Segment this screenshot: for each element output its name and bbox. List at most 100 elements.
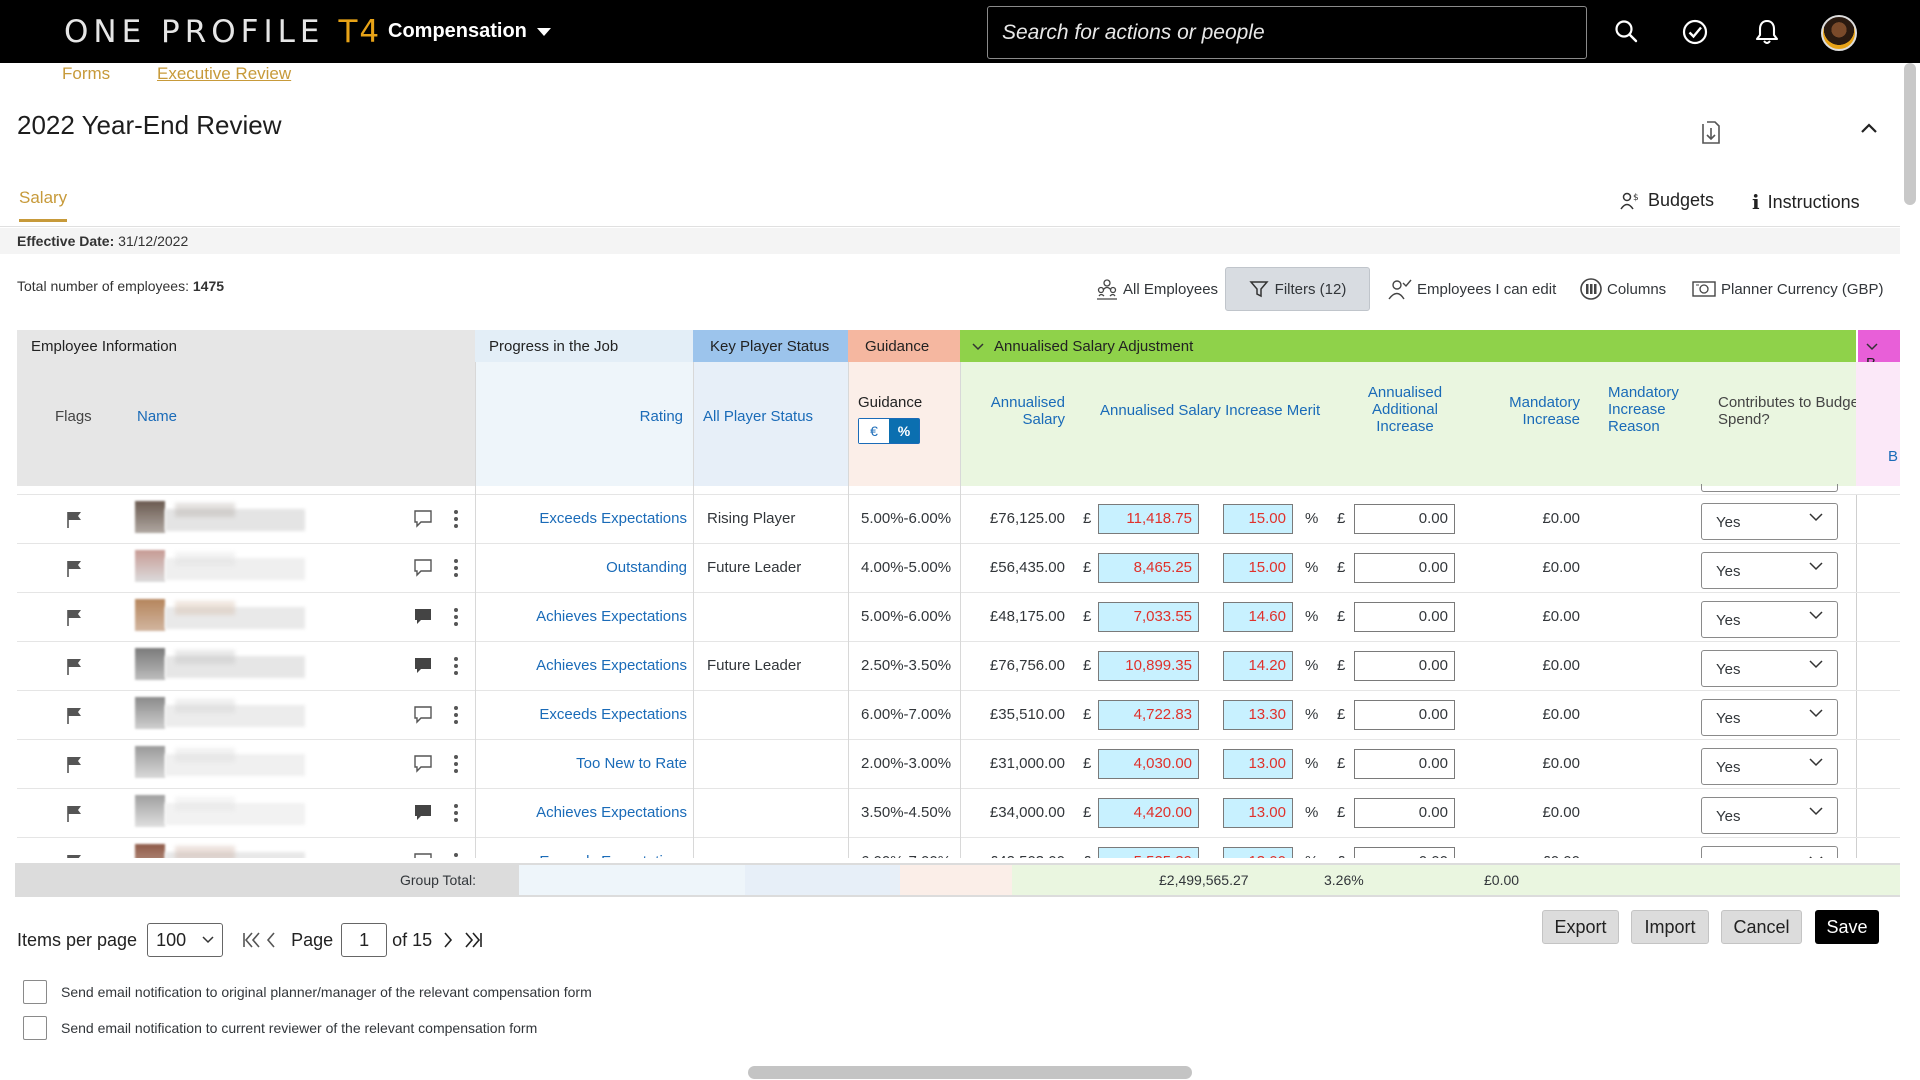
additional-increase-input[interactable]: 0.00 <box>1354 847 1455 858</box>
merit-amount-input[interactable]: 10,899.35 <box>1098 651 1199 681</box>
rating-link[interactable]: Achieves Expectations <box>536 804 687 821</box>
search-icon[interactable] <box>1613 18 1641 46</box>
rating-link[interactable]: Exceeds Expectations <box>539 853 687 858</box>
employee-name-redacted[interactable] <box>135 697 365 729</box>
rating-link[interactable]: Achieves Expectations <box>536 608 687 625</box>
toolbar-columns[interactable]: Columns <box>1580 267 1666 311</box>
employee-name-redacted[interactable] <box>135 599 365 631</box>
comment-icon[interactable] <box>413 852 433 858</box>
col-increase-merit[interactable]: Annualised Salary Increase Merit <box>1100 402 1320 419</box>
merit-amount-input[interactable]: 8,465.25 <box>1098 553 1199 583</box>
guidance-percent-option[interactable]: % <box>889 419 919 443</box>
notify-current-checkbox[interactable] <box>23 1016 47 1040</box>
cancel-button[interactable]: Cancel <box>1721 910 1802 944</box>
global-search[interactable] <box>987 6 1587 59</box>
comment-icon[interactable] <box>413 754 433 774</box>
vertical-scrollbar[interactable] <box>1900 63 1920 1080</box>
employee-name-redacted[interactable] <box>135 501 365 533</box>
col-annualised-salary[interactable]: Annualised Salary <box>980 394 1065 428</box>
contributes-budget-select[interactable]: Yes <box>1701 503 1838 540</box>
merit-percent-input[interactable]: 13.00 <box>1223 847 1293 858</box>
col-next[interactable]: B <box>1888 448 1898 465</box>
merit-amount-input[interactable]: 5,525.39 <box>1098 847 1199 858</box>
comment-icon[interactable] <box>413 509 433 529</box>
employee-name-redacted[interactable] <box>135 746 365 778</box>
rating-link[interactable]: Too New to Rate <box>576 755 687 772</box>
save-button[interactable]: Save <box>1815 910 1879 944</box>
more-options-icon[interactable] <box>453 509 459 529</box>
flag-icon[interactable] <box>65 803 83 823</box>
col-player-status[interactable]: All Player Status <box>703 408 813 425</box>
contributes-budget-select[interactable]: Yes <box>1701 797 1838 834</box>
instructions-button[interactable]: i Instructions <box>1752 190 1860 214</box>
rating-link[interactable]: Exceeds Expectations <box>539 510 687 527</box>
contributes-budget-select[interactable]: Yes <box>1701 552 1838 589</box>
employee-name-redacted[interactable] <box>135 844 365 858</box>
rating-link[interactable]: Achieves Expectations <box>536 657 687 674</box>
contributes-select-partial[interactable] <box>1701 484 1838 492</box>
rating-link[interactable]: Outstanding <box>606 559 687 576</box>
vertical-scroll-thumb[interactable] <box>1904 63 1916 205</box>
breadcrumb-executive-review[interactable]: Executive Review <box>157 64 291 84</box>
col-mandatory-reason[interactable]: Mandatory Increase Reason <box>1608 384 1688 435</box>
group-salary-adjustment[interactable]: Annualised Salary Adjustment <box>960 330 1856 362</box>
additional-increase-input[interactable]: 0.00 <box>1354 651 1455 681</box>
additional-increase-input[interactable]: 0.00 <box>1354 602 1455 632</box>
additional-increase-input[interactable]: 0.00 <box>1354 749 1455 779</box>
bell-icon[interactable] <box>1753 18 1781 46</box>
merit-percent-input[interactable]: 15.00 <box>1223 504 1293 534</box>
app-logo[interactable]: ONE PROFILE T4 <box>64 14 381 50</box>
group-next[interactable]: B <box>1858 330 1903 372</box>
previous-page-icon[interactable] <box>265 931 277 949</box>
merit-amount-input[interactable]: 4,722.83 <box>1098 700 1199 730</box>
items-per-page-select[interactable]: 100 <box>147 923 224 957</box>
budgets-button[interactable]: $ Budgets <box>1620 190 1714 211</box>
col-name[interactable]: Name <box>137 408 177 425</box>
filters-button[interactable]: Filters (12) <box>1225 267 1370 311</box>
merit-amount-input[interactable]: 4,030.00 <box>1098 749 1199 779</box>
more-options-icon[interactable] <box>453 803 459 823</box>
flag-icon[interactable] <box>65 705 83 725</box>
page-input[interactable]: 1 <box>341 923 388 957</box>
merit-percent-input[interactable]: 14.20 <box>1223 651 1293 681</box>
last-page-icon[interactable] <box>462 931 484 949</box>
flag-icon[interactable] <box>65 852 83 858</box>
additional-increase-input[interactable]: 0.00 <box>1354 553 1455 583</box>
col-rating[interactable]: Rating <box>640 408 683 425</box>
col-additional-increase[interactable]: Annualised Additional Increase <box>1360 384 1450 435</box>
user-avatar[interactable] <box>1821 15 1857 51</box>
next-page-icon[interactable] <box>442 931 454 949</box>
approvals-check-icon[interactable] <box>1681 18 1709 46</box>
merit-percent-input[interactable]: 13.30 <box>1223 700 1293 730</box>
contributes-budget-select[interactable]: Yes <box>1701 699 1838 736</box>
export-button[interactable]: Export <box>1542 910 1619 944</box>
merit-percent-input[interactable]: 13.00 <box>1223 749 1293 779</box>
flag-icon[interactable] <box>65 607 83 627</box>
comment-icon[interactable] <box>413 705 433 725</box>
tab-salary[interactable]: Salary <box>19 188 68 222</box>
flag-icon[interactable] <box>65 754 83 774</box>
toolbar-currency[interactable]: Planner Currency (GBP) <box>1692 267 1884 311</box>
merit-amount-input[interactable]: 11,418.75 <box>1098 504 1199 534</box>
notify-original-checkbox[interactable] <box>23 980 47 1004</box>
rating-link[interactable]: Exceeds Expectations <box>539 706 687 723</box>
more-options-icon[interactable] <box>453 607 459 627</box>
contributes-budget-select[interactable]: Yes <box>1701 846 1838 858</box>
first-page-icon[interactable] <box>241 931 263 949</box>
comment-icon[interactable] <box>413 803 433 823</box>
comment-icon[interactable] <box>413 607 433 627</box>
more-options-icon[interactable] <box>453 558 459 578</box>
additional-increase-input[interactable]: 0.00 <box>1354 700 1455 730</box>
merit-percent-input[interactable]: 13.00 <box>1223 798 1293 828</box>
flag-icon[interactable] <box>65 558 83 578</box>
comment-icon[interactable] <box>413 558 433 578</box>
merit-amount-input[interactable]: 7,033.55 <box>1098 602 1199 632</box>
additional-increase-input[interactable]: 0.00 <box>1354 504 1455 534</box>
toolbar-all-employees[interactable]: All Employees <box>1096 267 1218 311</box>
employee-name-redacted[interactable] <box>135 795 365 827</box>
notify-current-reviewer[interactable]: Send email notification to current revie… <box>23 1016 537 1040</box>
employee-name-redacted[interactable] <box>135 550 365 582</box>
toolbar-editable-employees[interactable]: Employees I can edit <box>1388 267 1556 311</box>
module-switcher[interactable]: Compensation <box>388 20 551 43</box>
merit-amount-input[interactable]: 4,420.00 <box>1098 798 1199 828</box>
